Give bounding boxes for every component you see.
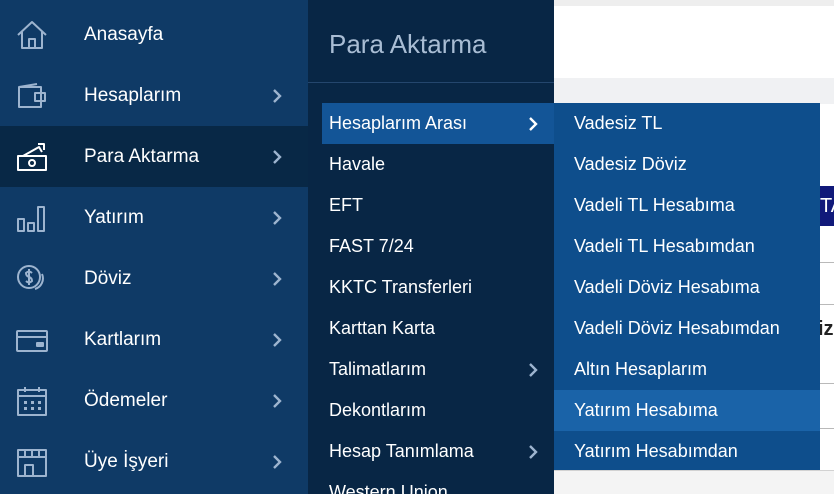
sidebar-item-label: Ödemeler <box>84 389 168 411</box>
flyout-item-vadeli-doviz-hesabimdan[interactable]: Vadeli Döviz Hesabımdan <box>554 308 820 349</box>
submenu-item-label: Karttan Karta <box>329 318 436 338</box>
currency-coins-icon <box>14 261 50 297</box>
chevron-right-icon <box>273 88 282 103</box>
page-header-strip <box>553 0 834 6</box>
wallet-icon <box>14 78 50 114</box>
hesaplarim-arasi-flyout: Vadesiz TL Vadesiz Döviz Vadeli TL Hesab… <box>554 103 820 470</box>
submenu-item-label: Western Union <box>329 482 448 494</box>
page-text-fragment: iz: <box>818 318 834 340</box>
sidebar-item-label: Yatırım <box>84 206 144 228</box>
sidebar-item-label: Üye İşyeri <box>84 450 169 472</box>
chevron-right-icon <box>529 444 538 459</box>
submenu-item-label: KKTC Transferleri <box>329 277 473 297</box>
submenu-item-dekontlarim[interactable]: Dekontlarım <box>322 390 554 431</box>
table-divider <box>818 262 834 263</box>
flyout-item-yatirim-hesabima[interactable]: Yatırım Hesabıma <box>554 390 820 431</box>
chevron-right-icon <box>273 149 282 164</box>
submenu-item-eft[interactable]: EFT <box>322 185 554 226</box>
chevron-right-icon <box>273 271 282 286</box>
flyout-item-vadeli-tl-hesabimdan[interactable]: Vadeli TL Hesabımdan <box>554 226 820 267</box>
para-aktarma-submenu: Para Aktarma Hesaplarım Arası Havale EFT… <box>308 0 554 494</box>
submenu-item-label: FAST 7/24 <box>329 236 414 256</box>
sidebar-item-label: Hesaplarım <box>84 84 182 106</box>
sidebar-item-kartlarim[interactable]: Kartlarım <box>0 309 308 370</box>
card-icon <box>14 322 50 358</box>
chevron-right-icon <box>273 332 282 347</box>
page-band <box>553 78 834 104</box>
store-icon <box>14 444 50 480</box>
flyout-item-label: Vadeli Döviz Hesabımdan <box>574 318 780 338</box>
submenu-item-label: Talimatlarım <box>329 359 427 379</box>
submenu-item-kktc-transferleri[interactable]: KKTC Transferleri <box>322 267 554 308</box>
sidebar-item-odemeler[interactable]: Ödemeler <box>0 370 308 431</box>
table-header-fragment: TA <box>818 186 834 226</box>
sidebar-item-label: Para Aktarma <box>84 145 200 167</box>
sidebar-item-label: Anasayfa <box>84 23 164 45</box>
flyout-item-vadeli-doviz-hesabima[interactable]: Vadeli Döviz Hesabıma <box>554 267 820 308</box>
home-icon <box>14 17 50 53</box>
chevron-right-icon <box>529 362 538 377</box>
page-footer-strip <box>553 470 834 494</box>
flyout-item-altin-hesaplarim[interactable]: Altın Hesaplarım <box>554 349 820 390</box>
chevron-right-icon <box>273 454 282 469</box>
money-transfer-icon <box>14 139 50 175</box>
sidebar-item-label: Döviz <box>84 267 132 289</box>
table-divider <box>818 428 834 429</box>
flyout-item-label: Vadeli TL Hesabımdan <box>574 236 755 256</box>
sidebar-item-uye-isyeri[interactable]: Üye İşyeri <box>0 431 308 492</box>
chevron-right-icon <box>529 116 538 131</box>
flyout-item-label: Vadeli Döviz Hesabıma <box>574 277 760 297</box>
main-sidebar: Anasayfa Hesaplarım Para Aktarma Yatırım… <box>0 0 308 494</box>
flyout-item-yatirim-hesabimdan[interactable]: Yatırım Hesabımdan <box>554 431 820 472</box>
sidebar-item-doviz[interactable]: Döviz <box>0 248 308 309</box>
submenu-item-western-union[interactable]: Western Union <box>322 472 554 494</box>
flyout-item-label: Vadesiz Döviz <box>574 154 687 174</box>
flyout-item-label: Yatırım Hesabımdan <box>574 441 738 461</box>
submenu-item-talimatlarim[interactable]: Talimatlarım <box>322 349 554 390</box>
flyout-item-label: Altın Hesaplarım <box>574 359 708 379</box>
submenu-item-label: Hesap Tanımlama <box>329 441 474 461</box>
sidebar-item-yatirim[interactable]: Yatırım <box>0 187 308 248</box>
submenu-item-label: EFT <box>329 195 363 215</box>
submenu-item-karttan-karta[interactable]: Karttan Karta <box>322 308 554 349</box>
chevron-right-icon <box>273 210 282 225</box>
sidebar-item-label: Kartlarım <box>84 328 162 350</box>
submenu-item-fast[interactable]: FAST 7/24 <box>322 226 554 267</box>
calendar-icon <box>14 383 50 419</box>
submenu-item-label: Dekontlarım <box>329 400 427 420</box>
submenu-item-havale[interactable]: Havale <box>322 144 554 185</box>
divider <box>308 82 554 83</box>
investment-chart-icon <box>14 200 50 236</box>
flyout-item-label: Yatırım Hesabıma <box>574 400 718 420</box>
table-divider <box>818 304 834 305</box>
flyout-item-vadesiz-doviz[interactable]: Vadesiz Döviz <box>554 144 820 185</box>
table-divider <box>818 383 834 384</box>
chevron-right-icon <box>273 393 282 408</box>
flyout-item-label: Vadeli TL Hesabıma <box>574 195 735 215</box>
sidebar-item-para-aktarma[interactable]: Para Aktarma <box>0 126 308 187</box>
submenu-item-label: Hesaplarım Arası <box>329 113 468 133</box>
submenu-item-hesaplarim-arasi[interactable]: Hesaplarım Arası <box>322 103 554 144</box>
flyout-item-vadesiz-tl[interactable]: Vadesiz TL <box>554 103 820 144</box>
sidebar-item-anasayfa[interactable]: Anasayfa <box>0 4 308 65</box>
submenu-item-hesap-tanimlama[interactable]: Hesap Tanımlama <box>322 431 554 472</box>
submenu-title: Para Aktarma <box>329 29 487 59</box>
flyout-item-vadeli-tl-hesabima[interactable]: Vadeli TL Hesabıma <box>554 185 820 226</box>
flyout-item-label: Vadesiz TL <box>574 113 663 133</box>
submenu-item-label: Havale <box>329 154 386 174</box>
sidebar-item-hesaplarim[interactable]: Hesaplarım <box>0 65 308 126</box>
